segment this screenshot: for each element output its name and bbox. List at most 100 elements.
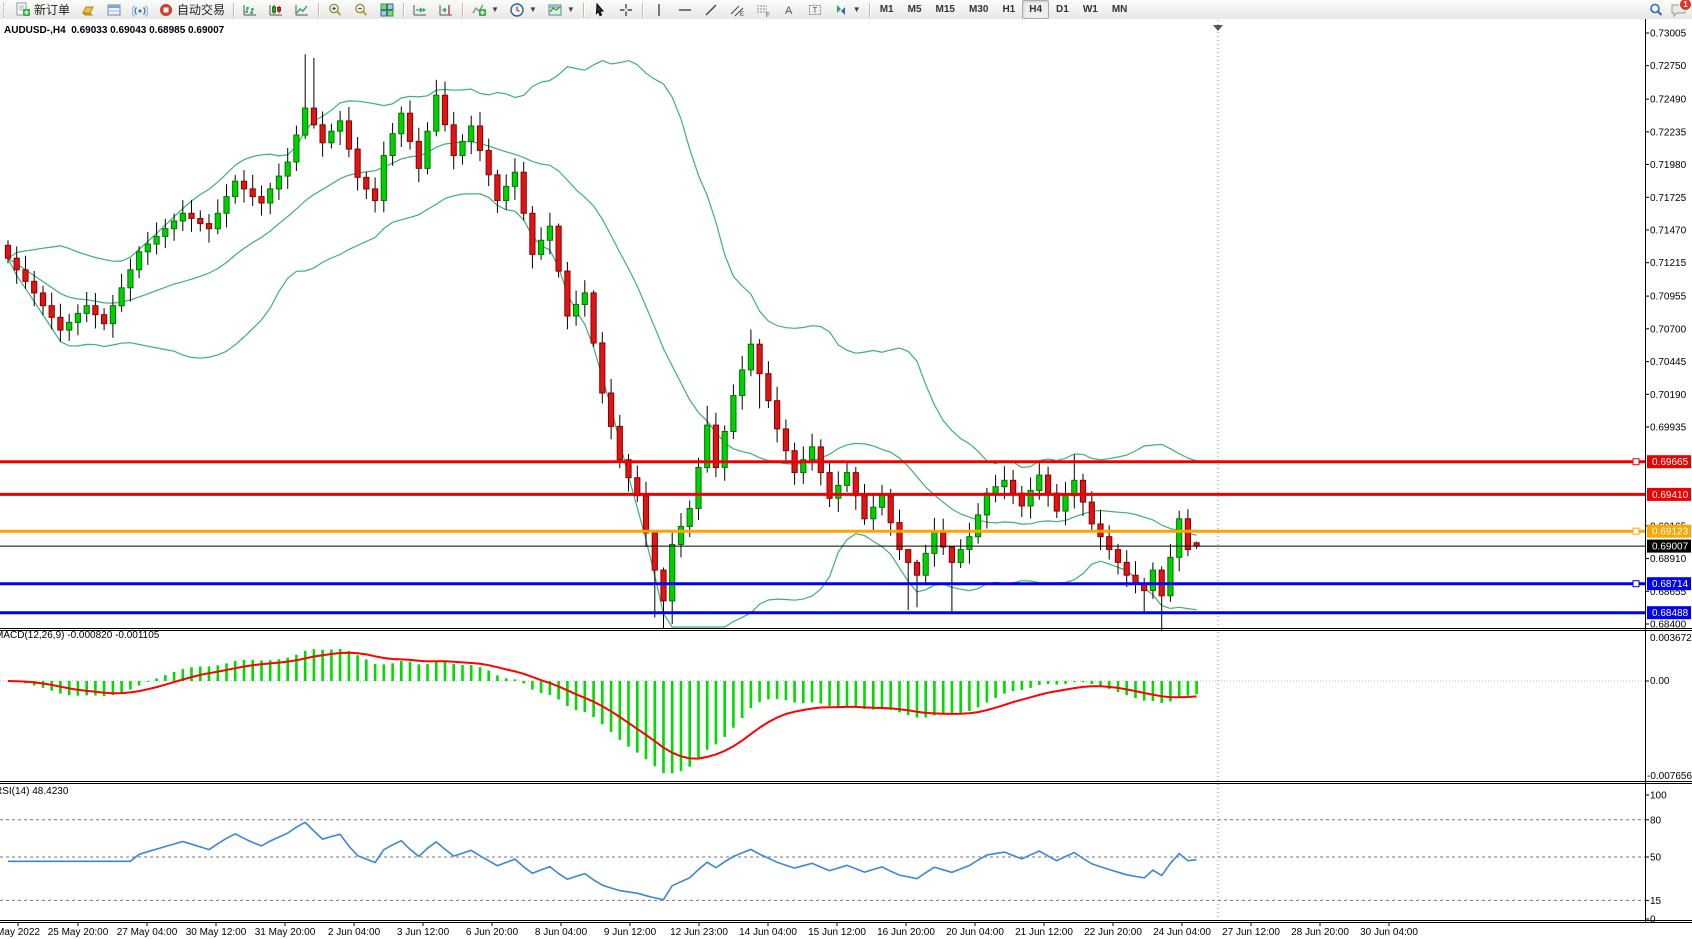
- line-chart-icon: [294, 2, 310, 18]
- candle: [661, 570, 666, 601]
- candle: [871, 507, 876, 519]
- toolbar-right-group: 1: [1648, 2, 1692, 18]
- indicators-button[interactable]: ▼: [466, 0, 504, 19]
- candle: [154, 236, 159, 244]
- rsi-axis-label: 100: [1650, 791, 1667, 802]
- price-axis[interactable]: 0.730050.727500.724900.722350.719800.717…: [1645, 29, 1692, 926]
- candle: [119, 288, 124, 306]
- line-chart-mode-button[interactable]: [289, 0, 315, 19]
- signals-button[interactable]: [127, 0, 153, 19]
- candle: [1107, 537, 1112, 550]
- chevron-down-icon[interactable]: ▼: [853, 5, 861, 14]
- timeframe-h4-button[interactable]: H4: [1022, 0, 1049, 19]
- macd-axis-zero: 0.00: [1650, 676, 1670, 687]
- candle: [504, 186, 509, 200]
- candle: [1150, 570, 1155, 591]
- timeframe-m5-button[interactable]: M5: [901, 0, 929, 19]
- candle: [1002, 480, 1007, 486]
- candle: [748, 344, 753, 370]
- tile-windows-button[interactable]: [374, 0, 400, 19]
- text-button[interactable]: A: [776, 0, 802, 19]
- chevron-down-icon[interactable]: ▼: [567, 5, 575, 14]
- candle: [932, 532, 937, 554]
- timeframe-mn-button[interactable]: MN: [1105, 0, 1135, 19]
- auto-scroll-button[interactable]: [407, 0, 433, 19]
- text-label-button[interactable]: T: [802, 0, 828, 19]
- crosshair-button[interactable]: [613, 0, 639, 19]
- text-label-icon: T: [807, 2, 823, 18]
- candle: [1168, 557, 1173, 596]
- candle: [14, 258, 19, 270]
- toolbar-separator: [318, 3, 319, 17]
- horizontal-line-icon: [677, 2, 693, 18]
- time-tick-label: 21 Jun 12:00: [1015, 927, 1073, 938]
- line-drag-handle[interactable]: [1633, 528, 1639, 534]
- trendline-button[interactable]: [698, 0, 724, 19]
- line-drag-handle[interactable]: [1633, 581, 1639, 587]
- price-tick-label: 0.73005: [1650, 29, 1687, 40]
- bar-chart-mode-button[interactable]: [237, 0, 263, 19]
- auto-scroll-icon: [412, 2, 428, 18]
- autotrading-button[interactable]: 自动交易: [153, 0, 230, 19]
- macd-signal-line: [8, 653, 1197, 759]
- chevron-down-icon[interactable]: ▼: [529, 5, 537, 14]
- fibonacci-button[interactable]: F: [750, 0, 776, 19]
- macd-indicator-label: MACD(12,26,9) -0.000820 -0.001105: [0, 630, 159, 641]
- vertical-line-button[interactable]: [646, 0, 672, 19]
- time-tick-label: 9 Jun 12:00: [604, 927, 657, 938]
- search-icon[interactable]: [1648, 2, 1664, 18]
- candle: [137, 252, 142, 270]
- arrows-button[interactable]: ▼: [828, 0, 866, 19]
- horizontal-marker-lines[interactable]: [0, 459, 1645, 613]
- zoom-out-button[interactable]: [348, 0, 374, 19]
- market-watch-button[interactable]: [75, 0, 101, 19]
- candle: [976, 515, 981, 537]
- chart-shift-button[interactable]: [433, 0, 459, 19]
- candle: [958, 550, 963, 563]
- timeframe-m1-button[interactable]: M1: [873, 0, 901, 19]
- new-order-button[interactable]: 新订单: [10, 0, 75, 19]
- time-axis[interactable]: May 202225 May 20:0027 May 04:0030 May 1…: [0, 922, 1418, 938]
- price-tick-label: 0.71215: [1650, 258, 1687, 269]
- new-order-label: 新订单: [34, 1, 70, 18]
- timeframe-d1-button[interactable]: D1: [1049, 0, 1076, 19]
- candle: [259, 197, 264, 203]
- candle: [338, 121, 343, 131]
- candlestick-mode-button[interactable]: [263, 0, 289, 19]
- timeframe-m15-button[interactable]: M15: [929, 0, 962, 19]
- candle: [250, 189, 255, 197]
- candle: [23, 270, 28, 282]
- time-tick-label: May 2022: [0, 927, 40, 938]
- zoom-in-button[interactable]: [322, 0, 348, 19]
- templates-button[interactable]: ▼: [542, 0, 580, 19]
- toolbar-grip: [3, 3, 7, 17]
- timeframe-m30-button[interactable]: M30: [962, 0, 995, 19]
- line-drag-handle[interactable]: [1633, 459, 1639, 465]
- candle: [355, 149, 360, 177]
- cursor-button[interactable]: [587, 0, 613, 19]
- timeframe-w1-button[interactable]: W1: [1076, 0, 1105, 19]
- data-window-button[interactable]: [101, 0, 127, 19]
- template-icon: [547, 2, 563, 18]
- time-tick-label: 15 Jun 12:00: [808, 927, 866, 938]
- periods-button[interactable]: ▼: [504, 0, 542, 19]
- horizontal-line-button[interactable]: [672, 0, 698, 19]
- equidistant-channel-button[interactable]: E: [724, 0, 750, 19]
- chat-icon[interactable]: 1: [1670, 2, 1686, 18]
- macd-histogram: [8, 649, 1197, 773]
- candle: [460, 141, 465, 155]
- pivot-line[interactable]: [0, 528, 1645, 534]
- chart-canvas[interactable]: 0.730050.727500.724900.722350.719800.717…: [0, 19, 1692, 939]
- fibonacci-icon: F: [755, 2, 771, 18]
- high-value: 0.69043: [110, 25, 146, 36]
- candle: [390, 134, 395, 156]
- candle: [879, 496, 884, 508]
- candle: [1037, 475, 1042, 490]
- signal-icon: [132, 2, 148, 18]
- candle: [530, 213, 535, 254]
- price-tick-label: 0.71980: [1650, 160, 1687, 171]
- open-value: 0.69033: [71, 25, 107, 36]
- candle: [766, 374, 771, 401]
- chevron-down-icon[interactable]: ▼: [491, 5, 499, 14]
- timeframe-h1-button[interactable]: H1: [995, 0, 1022, 19]
